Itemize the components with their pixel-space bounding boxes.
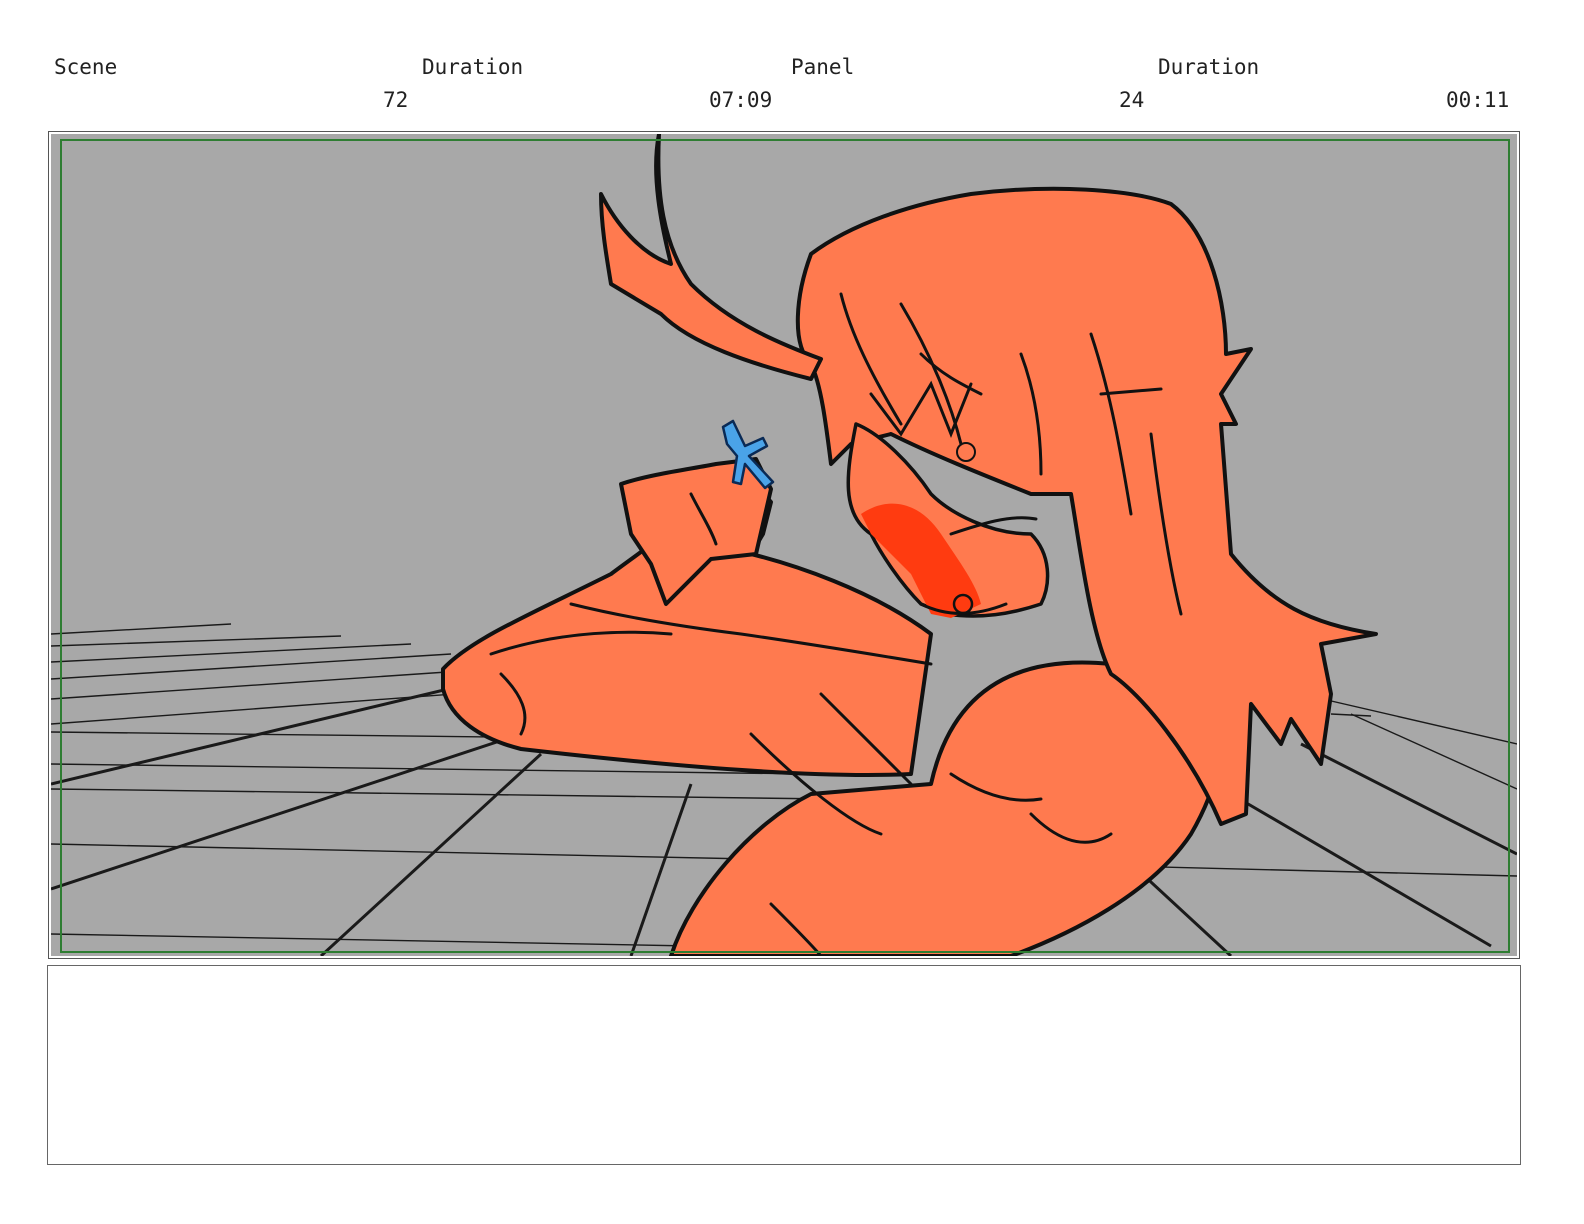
storyboard-panel-frame: [48, 131, 1520, 959]
panel-duration-label: Duration: [1158, 55, 1260, 79]
panel-notes-text: [48, 966, 1520, 986]
panel-drawing: [51, 134, 1517, 956]
panel-number: 24: [1119, 88, 1145, 112]
scene-duration-label: Duration: [422, 55, 524, 79]
scene-label: Scene: [54, 55, 118, 79]
scene-number: 72: [383, 88, 409, 112]
panel-label: Panel: [791, 55, 855, 79]
scene-duration: 07:09: [709, 88, 773, 112]
panel-notes-box[interactable]: [47, 965, 1521, 1165]
panel-duration: 00:11: [1446, 88, 1510, 112]
